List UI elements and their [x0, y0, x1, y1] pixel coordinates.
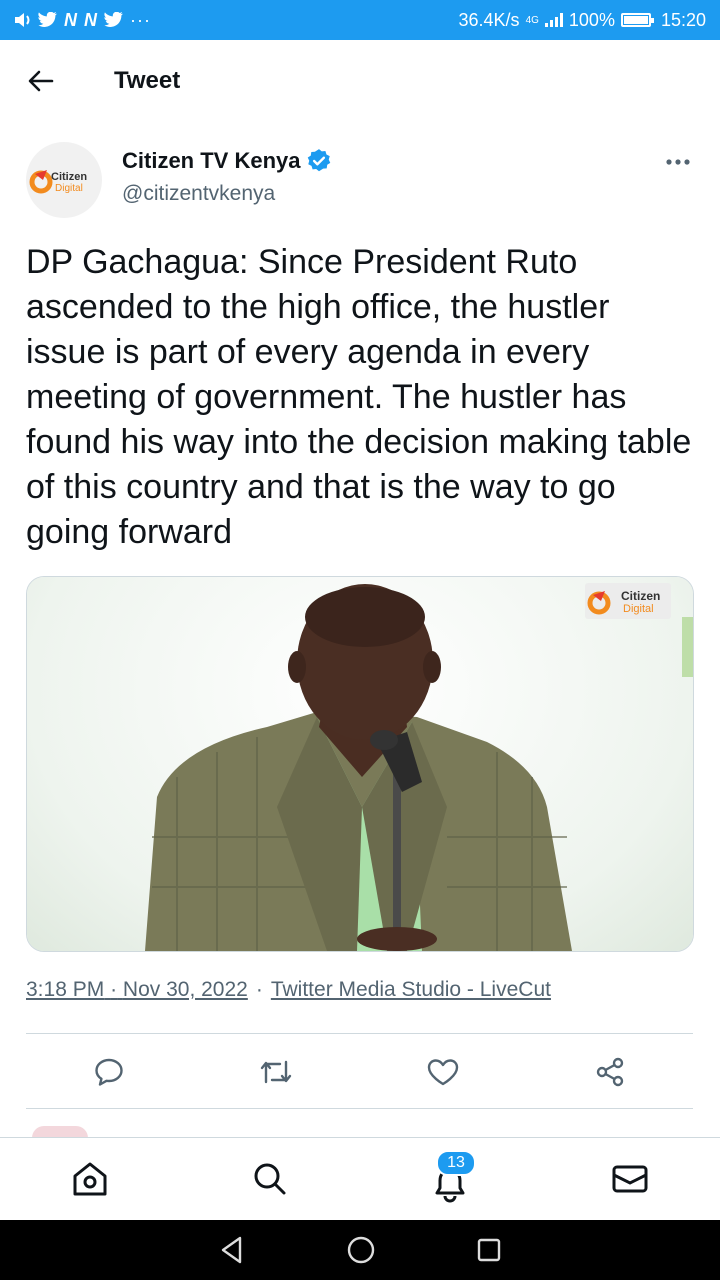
nav-messages[interactable]: [590, 1144, 670, 1214]
retweet-button[interactable]: [246, 1042, 306, 1102]
like-icon: [427, 1059, 459, 1086]
network-speed: 36.4K/s: [458, 9, 520, 30]
media-watermark-logo: Citizen Digital: [585, 583, 671, 619]
clock: 15:20: [660, 9, 706, 30]
divider: [26, 1033, 693, 1034]
messages-icon: [612, 1165, 648, 1193]
system-home-icon[interactable]: [346, 1235, 376, 1265]
speaker-image: [145, 584, 693, 951]
retweet-icon: [260, 1060, 292, 1084]
tweet-source-link[interactable]: Twitter Media Studio - LiveCut: [271, 978, 551, 1002]
tweet-actions: [26, 1036, 693, 1108]
page-title: Tweet: [114, 67, 181, 94]
tweet-time-link[interactable]: 3:18 PM · Nov 30, 2022: [26, 978, 248, 1002]
status-bar: N N ··· 36.4K/s 4G 100% 15:20: [0, 0, 720, 40]
tweet-time: 3:18 PM: [26, 978, 105, 1001]
svg-text:Citizen: Citizen: [51, 171, 87, 183]
notification-icons: N N ···: [14, 10, 151, 31]
svg-text:Digital: Digital: [55, 183, 83, 194]
back-arrow-icon: [28, 70, 54, 92]
n-icon: N: [64, 9, 78, 30]
more-icon: [666, 159, 690, 165]
tweet-media-video[interactable]: Citizen Digital: [26, 576, 694, 952]
signal-icon: [544, 13, 563, 27]
tweet-metadata: 3:18 PM · Nov 30, 2022 · Twitter Media S…: [26, 978, 551, 1002]
separator: ·: [110, 978, 118, 1001]
system-back-icon[interactable]: [218, 1235, 246, 1265]
search-icon: [254, 1163, 286, 1195]
battery-percent: 100%: [568, 9, 615, 30]
home-icon: [73, 1162, 107, 1196]
twitter-icon: [38, 12, 57, 27]
battery-icon: [620, 13, 654, 27]
twitter-icon: [104, 12, 123, 27]
system-navigation-bar: [0, 1220, 720, 1280]
top-bar: Tweet: [0, 40, 720, 122]
user-handle[interactable]: @citizentvkenya: [122, 182, 332, 206]
avatar[interactable]: Citizen Digital: [26, 142, 102, 218]
bottom-navigation: 13: [0, 1137, 720, 1220]
reply-icon: [95, 1058, 124, 1086]
back-button[interactable]: [0, 40, 82, 122]
separator: ·: [255, 978, 263, 1001]
share-icon: [596, 1057, 623, 1087]
verified-badge-icon: [308, 149, 331, 172]
more-dots-icon: ···: [130, 9, 151, 30]
tweet-date: Nov 30, 2022: [122, 978, 248, 1001]
reply-button[interactable]: [79, 1042, 139, 1102]
system-recents-icon[interactable]: [476, 1237, 502, 1263]
like-button[interactable]: [413, 1042, 473, 1102]
n-icon: N: [84, 9, 98, 30]
share-button[interactable]: [580, 1042, 640, 1102]
display-name[interactable]: Citizen TV Kenya: [122, 148, 300, 174]
svg-text:Digital: Digital: [623, 603, 654, 615]
volume-icon: [15, 13, 30, 27]
nav-home[interactable]: [50, 1144, 130, 1214]
more-options-button[interactable]: [660, 148, 696, 176]
tweet-author: Citizen Digital Citizen TV Kenya @citize…: [26, 142, 696, 220]
nav-search[interactable]: [230, 1144, 310, 1214]
divider: [26, 1108, 693, 1109]
svg-text:Citizen: Citizen: [621, 589, 660, 603]
notifications-badge: 13: [436, 1150, 476, 1176]
citizen-digital-logo: Citizen Digital: [29, 170, 87, 194]
nav-notifications[interactable]: 13: [410, 1144, 490, 1214]
tweet-text: DP Gachagua: Since President Ruto ascend…: [26, 243, 692, 551]
network-type: 4G: [525, 14, 539, 26]
